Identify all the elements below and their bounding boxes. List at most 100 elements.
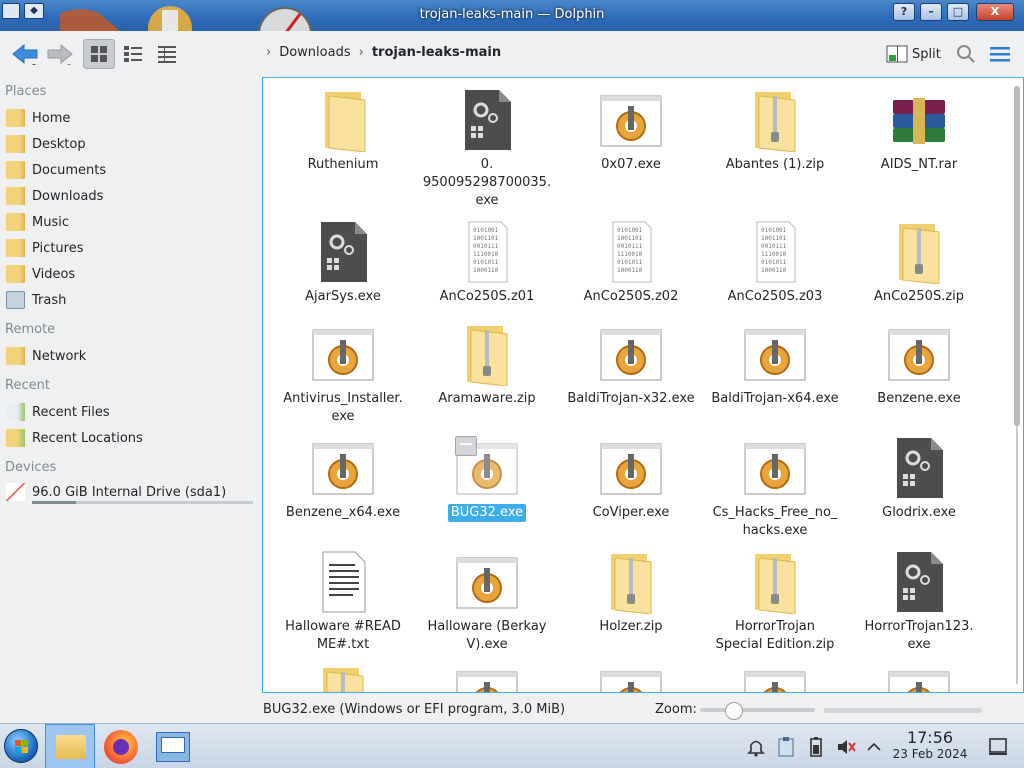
sidebar-item-music[interactable]: Music xyxy=(6,210,69,234)
file-item[interactable]: CoViper.exe xyxy=(561,436,701,522)
file-item[interactable]: Holzer.zip xyxy=(561,550,701,636)
windows-program-icon xyxy=(599,436,663,500)
breadcrumb-current[interactable]: trojan-leaks-main xyxy=(372,45,501,60)
clock[interactable]: 17:56 23 Feb 2024 xyxy=(888,728,972,762)
file-item[interactable]: Cs_Hacks_Free_no_ hacks.exe xyxy=(705,436,845,540)
sidebar-item-network[interactable]: Network xyxy=(6,344,86,368)
sidebar-item-pictures[interactable]: Pictures xyxy=(6,236,83,260)
file-item[interactable]: Halloware #READ ME#.txt xyxy=(273,550,413,654)
compact-view-button[interactable] xyxy=(117,39,149,69)
sidebar-item-trash[interactable]: Trash xyxy=(6,288,66,312)
breadcrumb-downloads[interactable]: Downloads xyxy=(279,45,350,60)
svg-text:0010111: 0010111 xyxy=(761,243,787,250)
file-item[interactable]: Ruthenium xyxy=(273,88,413,174)
taskbar-dolphin[interactable] xyxy=(45,724,95,768)
file-item[interactable] xyxy=(273,664,413,692)
notifications-icon[interactable] xyxy=(746,737,766,757)
sidebar-item-videos[interactable]: Videos xyxy=(6,262,75,286)
firefox-icon xyxy=(113,739,129,755)
file-item[interactable]: Aramaware.zip xyxy=(417,322,557,408)
scrollbar-thumb[interactable] xyxy=(1014,86,1020,426)
file-item[interactable]: — BUG32.exe xyxy=(417,436,557,522)
desktop-folder-icon xyxy=(6,135,25,153)
svg-text:1001101: 1001101 xyxy=(761,235,787,242)
forward-button[interactable] xyxy=(44,39,76,69)
file-item[interactable] xyxy=(705,664,845,692)
music-folder-icon xyxy=(6,213,25,231)
file-item[interactable]: HorrorTrojan Special Edition.zip xyxy=(705,550,845,654)
help-button[interactable]: ? xyxy=(893,3,915,21)
show-desktop-icon[interactable] xyxy=(988,736,1008,756)
minimize-button[interactable]: – xyxy=(920,3,942,21)
file-name: Antivirus_Installer. exe xyxy=(283,391,403,424)
recent-files-icon xyxy=(6,403,25,421)
taskbar-firefox[interactable] xyxy=(104,730,138,764)
file-item[interactable]: 0x07.exe xyxy=(561,88,701,174)
arrow-left-icon xyxy=(12,43,38,65)
recent-locations-icon xyxy=(6,429,25,447)
search-button[interactable] xyxy=(953,41,979,67)
file-item[interactable]: Antivirus_Installer. exe xyxy=(273,322,413,426)
windows-program-icon xyxy=(887,322,951,386)
file-item[interactable]: Halloware (Berkay V).exe xyxy=(417,550,557,654)
clipboard-icon[interactable] xyxy=(777,736,795,758)
svg-text:0101001: 0101001 xyxy=(473,227,499,234)
windows-program-icon xyxy=(599,664,663,692)
file-name: Holzer.zip xyxy=(599,619,663,634)
volume-muted-icon[interactable] xyxy=(836,737,856,757)
menu-button[interactable] xyxy=(986,41,1014,67)
file-name: Abantes (1).zip xyxy=(725,157,825,172)
windows-program-icon xyxy=(599,322,663,386)
deselect-toggle-icon[interactable]: — xyxy=(455,436,477,456)
icons-view-button[interactable] xyxy=(83,39,115,69)
sidebar-item-documents[interactable]: Documents xyxy=(6,158,106,182)
clock-time: 17:56 xyxy=(906,728,954,747)
sidebar-item-home[interactable]: Home xyxy=(6,106,70,130)
svg-text:0101011: 0101011 xyxy=(473,259,499,266)
start-button[interactable] xyxy=(4,729,38,763)
file-item[interactable]: Benzene_x64.exe xyxy=(273,436,413,522)
sidebar-item-recent-files[interactable]: Recent Files xyxy=(6,400,110,424)
file-item[interactable]: 0. 950095298700035. exe xyxy=(417,88,557,210)
close-button[interactable]: X xyxy=(976,3,1014,21)
file-item[interactable]: 0101001 1001101 0010111 1110010 0101011 10001… xyxy=(561,220,701,306)
file-item[interactable] xyxy=(561,664,701,692)
vertical-scrollbar[interactable] xyxy=(1011,78,1023,692)
zip-archive-icon xyxy=(743,88,807,153)
battery-icon[interactable] xyxy=(808,736,824,758)
sidebar-item-recent-locations[interactable]: Recent Locations xyxy=(6,426,143,450)
sidebar-item-downloads[interactable]: Downloads xyxy=(6,184,103,208)
taskbar-system-settings[interactable] xyxy=(156,732,190,762)
sidebar-item-desktop[interactable]: Desktop xyxy=(6,132,86,156)
file-item[interactable]: Abantes (1).zip xyxy=(705,88,845,174)
window-titlebar[interactable]: ◆ trojan-leaks-main — Dolphin ? – □ X xyxy=(0,0,1024,31)
file-item[interactable]: Benzene.exe xyxy=(849,322,989,408)
file-item[interactable]: 0101001 1001101 0010111 1110010 0101011 10001… xyxy=(705,220,845,306)
details-view-button[interactable] xyxy=(151,39,183,69)
file-name: Halloware #READ ME#.txt xyxy=(285,619,401,652)
file-item[interactable]: AIDS_NT.rar xyxy=(849,88,989,174)
file-item[interactable]: BaldiTrojan-x32.exe xyxy=(561,322,701,408)
zoom-slider[interactable] xyxy=(700,702,815,720)
file-item[interactable]: BaldiTrojan-x64.exe xyxy=(705,322,845,408)
file-item[interactable]: Glodrix.exe xyxy=(849,436,989,522)
back-button[interactable] xyxy=(8,39,42,69)
status-info: BUG32.exe (Windows or EFI program, 3.0 M… xyxy=(263,702,566,717)
file-name: Halloware (Berkay V).exe xyxy=(427,619,547,652)
file-item[interactable]: AjarSys.exe xyxy=(273,220,413,306)
file-item[interactable]: HorrorTrojan123. exe xyxy=(849,550,989,654)
file-item[interactable] xyxy=(849,664,989,692)
windows-program-icon xyxy=(311,322,375,386)
svg-text:0101011: 0101011 xyxy=(761,259,787,266)
file-item[interactable]: AnCo250S.zip xyxy=(849,220,989,306)
maximize-button[interactable]: □ xyxy=(947,3,969,21)
windows-program-icon: — xyxy=(455,436,519,500)
file-item[interactable] xyxy=(417,664,557,692)
file-view[interactable]: Ruthenium 0. 950095298700035. exe 0x07.exe… xyxy=(262,77,1024,693)
drive-usage-bar xyxy=(32,501,253,504)
icons-view-icon xyxy=(91,46,107,62)
split-button[interactable]: Split xyxy=(886,41,941,67)
zoom-slider-handle[interactable] xyxy=(724,702,743,720)
file-item[interactable]: 0101001 1001101 0010111 1110010 0101011 10001… xyxy=(417,220,557,306)
tray-expand-icon[interactable] xyxy=(866,740,882,754)
